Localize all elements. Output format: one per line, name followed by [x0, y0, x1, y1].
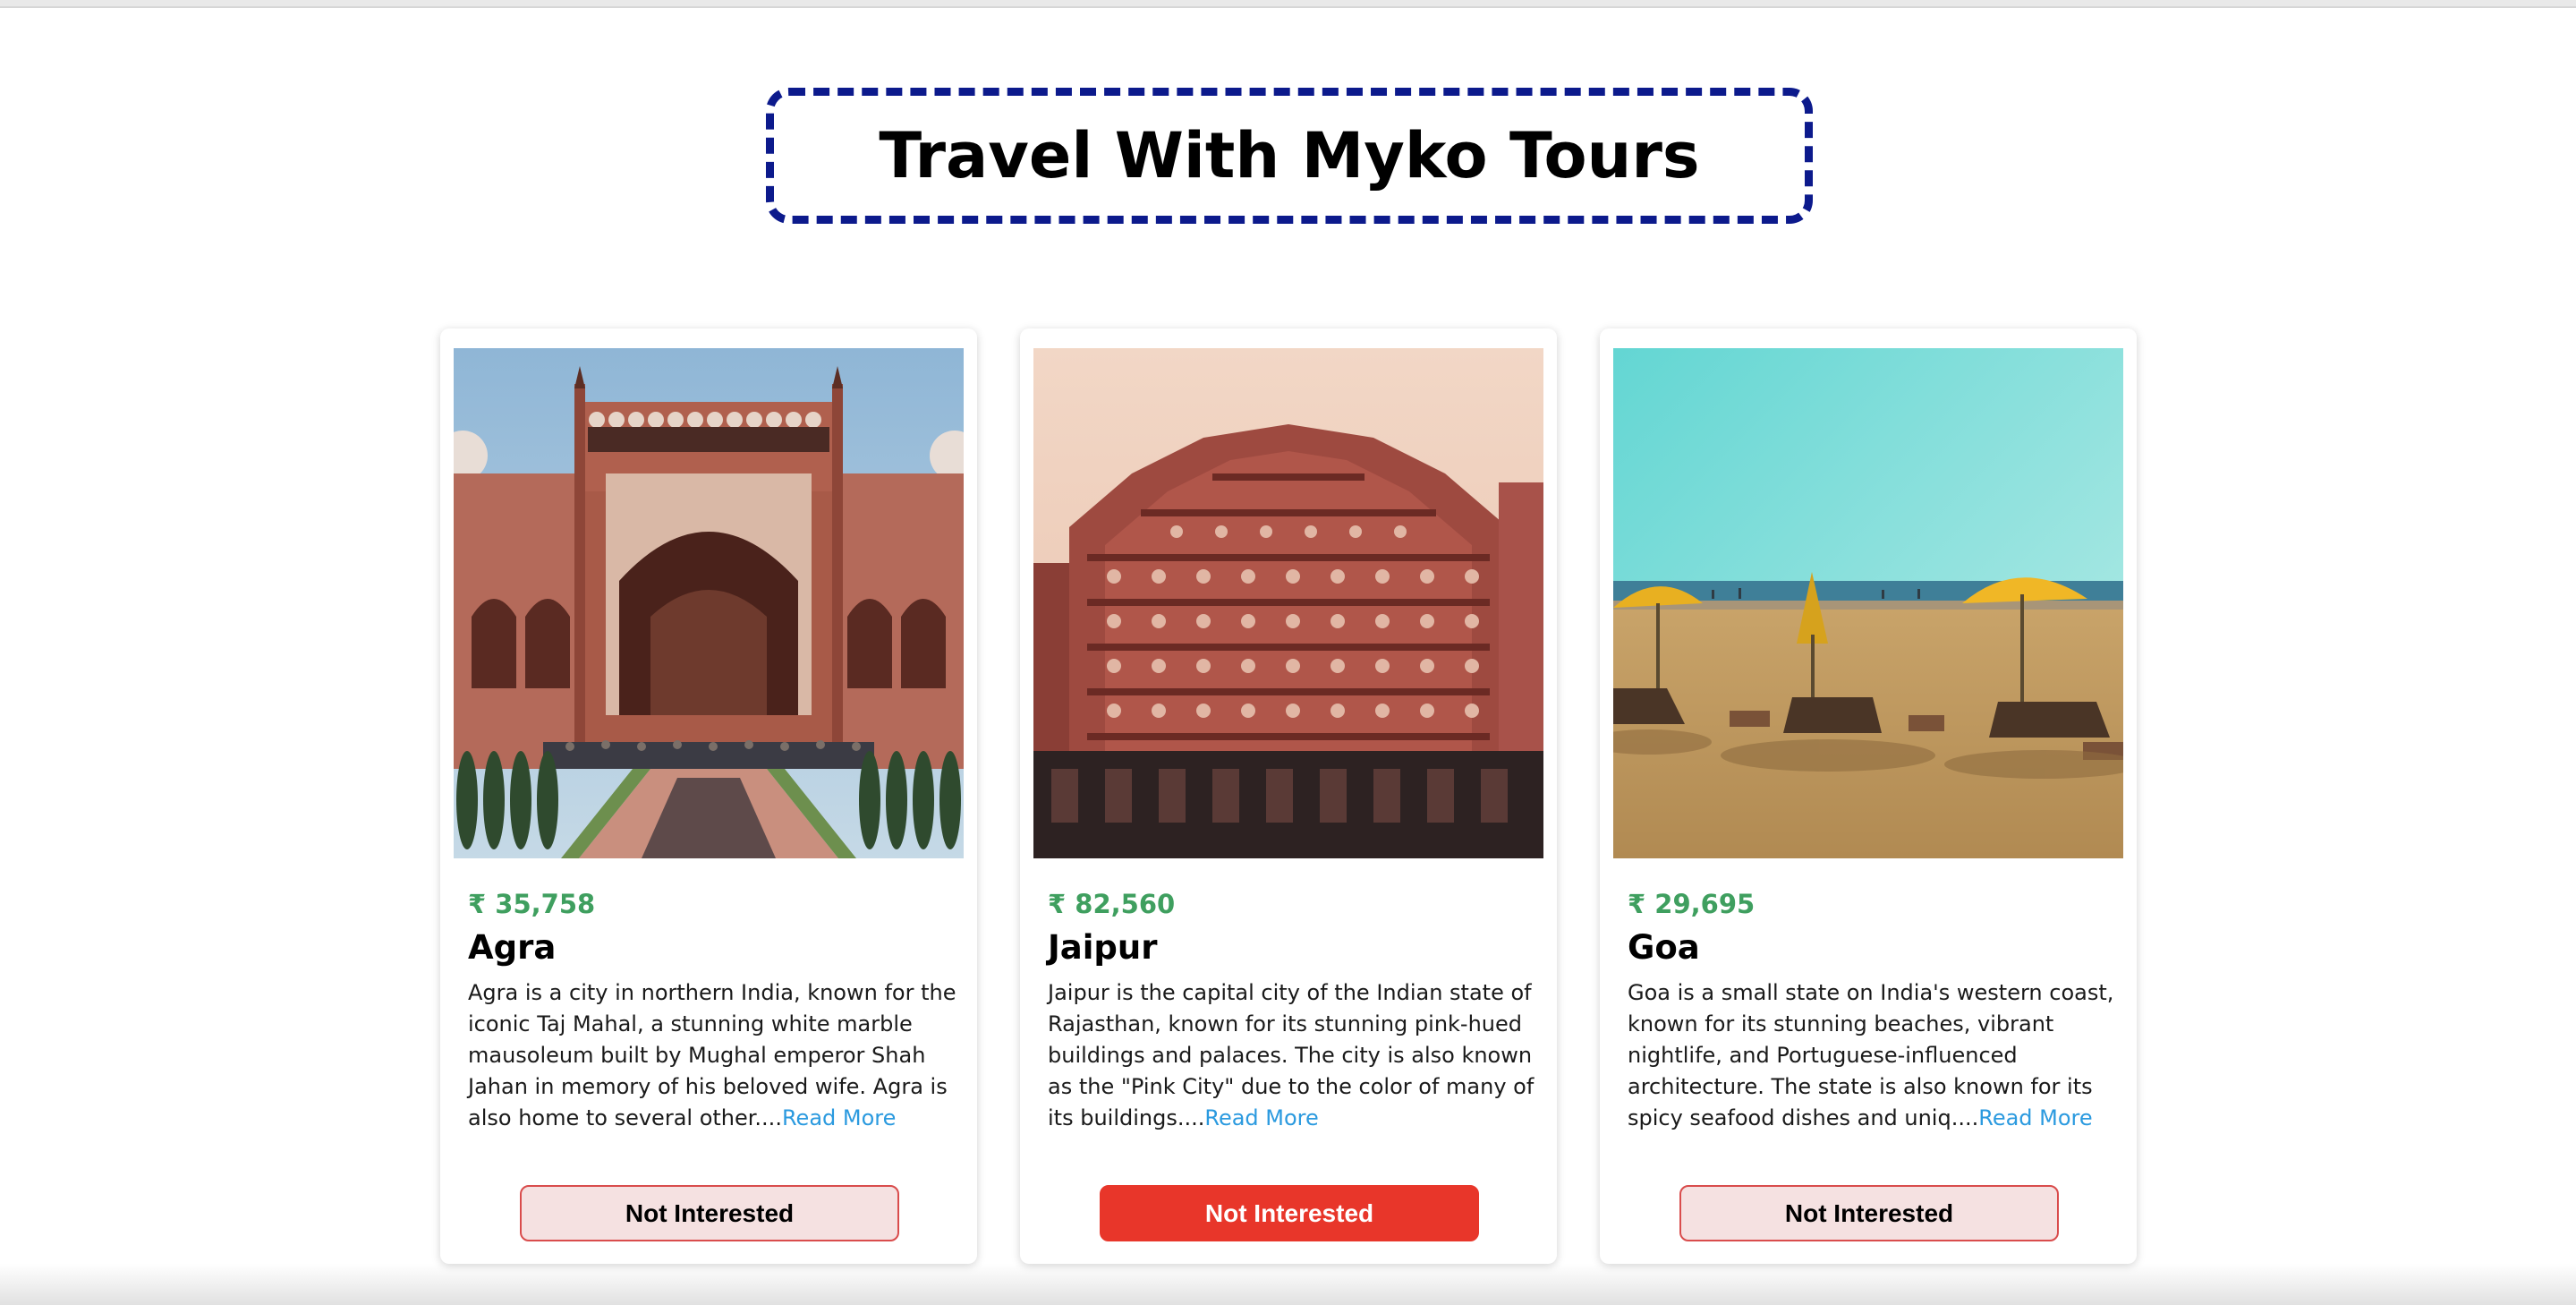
tour-name: Goa: [1628, 928, 1700, 967]
tour-card-agra: ₹ 35,758 Agra Agra is a city in northern…: [440, 328, 977, 1264]
tour-description: Goa is a small state on India's western …: [1628, 977, 2118, 1134]
tour-card-goa: ₹ 29,695 Goa Goa is a small state on Ind…: [1600, 328, 2137, 1264]
read-more-link[interactable]: Read More: [1978, 1105, 2092, 1130]
tour-name: Jaipur: [1048, 928, 1158, 967]
tour-price: ₹ 82,560: [1048, 889, 1176, 919]
browser-top-edge: [0, 0, 2576, 8]
tour-cards: ₹ 35,758 Agra Agra is a city in northern…: [440, 328, 2137, 1264]
goa-beach-photo: [1613, 348, 2123, 858]
page-title-box: Travel With Myko Tours: [766, 88, 1813, 224]
tour-description: Agra is a city in northern India, known …: [468, 977, 958, 1134]
read-more-link[interactable]: Read More: [1204, 1105, 1318, 1130]
not-interested-button[interactable]: Not Interested: [520, 1185, 899, 1241]
not-interested-button[interactable]: Not Interested: [1100, 1185, 1479, 1241]
page-title: Travel With Myko Tours: [879, 119, 1700, 192]
not-interested-button[interactable]: Not Interested: [1679, 1185, 2059, 1241]
tour-card-jaipur: ₹ 82,560 Jaipur Jaipur is the capital ci…: [1020, 328, 1557, 1264]
tour-price: ₹ 29,695: [1628, 889, 1756, 919]
tour-description: Jaipur is the capital city of the Indian…: [1048, 977, 1538, 1134]
tour-name: Agra: [468, 928, 557, 967]
jaipur-hawa-mahal-photo: [1033, 348, 1543, 858]
tour-price: ₹ 35,758: [468, 889, 596, 919]
read-more-link[interactable]: Read More: [782, 1105, 896, 1130]
viewport-bottom-shadow: [0, 1264, 2576, 1305]
agra-gateway-photo: [454, 348, 964, 858]
